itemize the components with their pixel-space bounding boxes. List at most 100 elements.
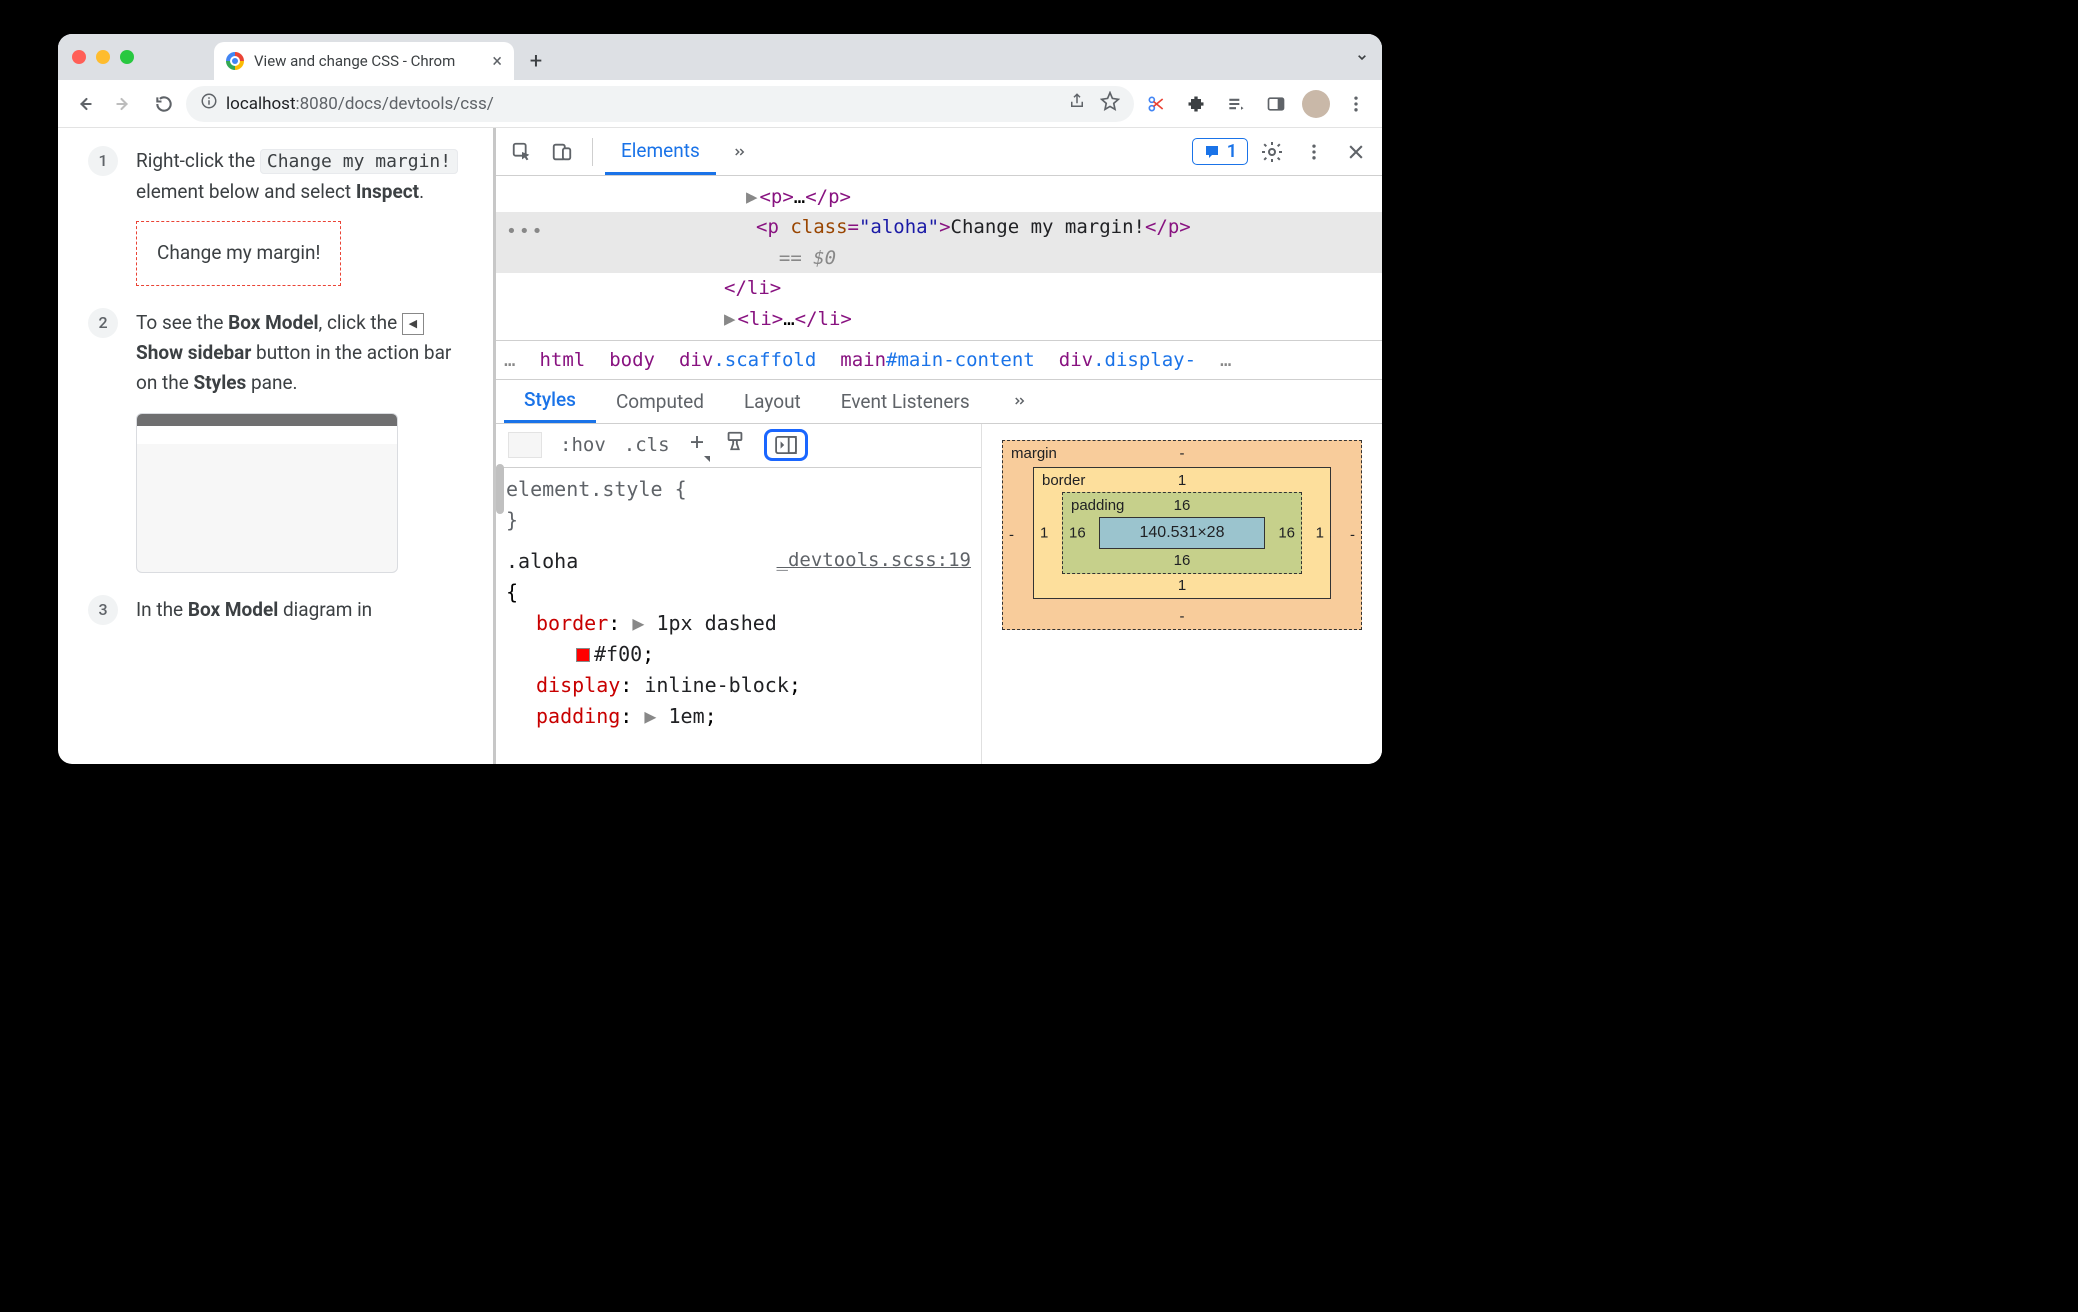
padding-left[interactable]: 16 [1069,524,1086,541]
css-prop[interactable]: padding [536,704,620,728]
dom-tree[interactable]: ▶<p>…</p> ••• <p class="aloha">Change my… [496,176,1382,340]
tab-event-listeners[interactable]: Event Listeners [821,380,990,423]
step-number: 3 [88,595,118,625]
breadcrumb-overflow-icon[interactable]: … [1220,349,1231,371]
rule-selector[interactable]: .aloha [506,549,578,573]
address-bar[interactable]: localhost:8080/docs/devtools/css/ [186,86,1134,122]
browser-window: View and change CSS - Chrom × + localhos… [58,34,1382,764]
filter-input[interactable] [508,432,542,458]
box-margin[interactable]: margin - - - - border 1 1 1 1 padding [1002,440,1362,630]
css-value[interactable]: 1em [668,704,704,728]
margin-top[interactable]: - [1180,445,1185,462]
dom-node[interactable]: </li> [496,273,1382,303]
reload-button[interactable] [146,86,182,122]
margin-bottom[interactable]: - [1180,608,1185,625]
border-bottom[interactable]: 1 [1178,577,1186,594]
expand-icon[interactable]: ▶ [724,308,735,330]
expand-shorthand-icon[interactable]: ▶ [632,611,656,635]
box-padding[interactable]: padding 16 16 16 16 140.531×28 [1062,492,1302,574]
step-number: 1 [88,146,118,176]
tab-elements[interactable]: Elements [605,128,716,175]
side-panel-icon[interactable] [1258,86,1294,122]
css-rules[interactable]: :hov .cls element.style { } .aloha _devt… [496,424,982,764]
share-icon[interactable] [1068,92,1086,115]
issues-chip[interactable]: 1 [1192,138,1248,165]
tab-computed[interactable]: Computed [596,380,724,423]
scissors-icon[interactable] [1138,86,1174,122]
devtools-menu-icon[interactable] [1296,134,1332,170]
css-value[interactable]: inline-block [644,673,789,697]
css-value[interactable]: #f00 [594,642,642,666]
bookmark-icon[interactable] [1100,91,1120,116]
scrollbar[interactable] [496,464,504,514]
box-content[interactable]: 140.531×28 [1099,517,1265,549]
url-text: localhost:8080/docs/devtools/css/ [226,94,494,114]
tab-styles[interactable]: Styles [504,380,596,423]
border-right[interactable]: 1 [1316,524,1324,541]
rule-source-link[interactable]: _devtools.scss:19 [777,546,971,575]
chrome-menu-icon[interactable] [1338,86,1374,122]
margin-left[interactable]: - [1009,526,1014,543]
color-swatch-icon[interactable] [576,648,590,662]
step-3: 3 In the Box Model diagram in [88,595,463,625]
show-sidebar-button[interactable] [764,429,808,461]
padding-bottom[interactable]: 16 [1174,552,1191,569]
tabs-menu-icon[interactable] [1348,43,1376,71]
rule-brace: { [506,580,518,604]
sample-element[interactable]: Change my margin! [136,221,341,285]
border-left[interactable]: 1 [1040,524,1048,541]
inspect-element-icon[interactable] [504,134,540,170]
cls-toggle[interactable]: .cls [624,431,670,460]
close-window-icon[interactable] [72,50,86,64]
forward-button[interactable] [106,86,142,122]
css-value[interactable]: 1px dashed [656,611,776,635]
back-button[interactable] [66,86,102,122]
padding-right[interactable]: 16 [1278,524,1295,541]
step3-bold: Box Model [188,598,278,621]
breadcrumb-item[interactable]: div.display- [1059,349,1196,371]
maximize-window-icon[interactable] [120,50,134,64]
dom-node-selected[interactable]: ••• <p class="aloha">Change my margin!</… [496,212,1382,242]
breadcrumb-item[interactable]: body [609,349,655,371]
dom-breadcrumbs[interactable]: … html body div.scaffold main#main-conte… [496,340,1382,380]
border-top[interactable]: 1 [1178,472,1186,489]
settings-icon[interactable] [1254,134,1290,170]
step2-text-a: To see the [136,311,228,334]
margin-right[interactable]: - [1350,526,1355,543]
paint-brush-icon[interactable] [724,430,746,461]
dom-node[interactable]: ▶<li>…</li> [496,304,1382,334]
extensions-icon[interactable] [1178,86,1214,122]
new-tab-button[interactable]: + [520,45,552,77]
new-rule-icon[interactable] [688,431,706,460]
device-toolbar-icon[interactable] [544,134,580,170]
profile-avatar[interactable] [1298,86,1334,122]
more-tabs-icon[interactable] [1000,383,1036,419]
tab-layout[interactable]: Layout [724,380,821,423]
breadcrumb-item[interactable]: div.scaffold [679,349,816,371]
media-icon[interactable] [1218,86,1254,122]
step2-bold3: Styles [194,371,247,394]
minimize-window-icon[interactable] [96,50,110,64]
breadcrumb-overflow-icon[interactable]: … [504,349,515,371]
box-border[interactable]: border 1 1 1 1 padding 16 16 16 16 [1033,467,1331,599]
css-prop[interactable]: border [536,611,608,635]
close-tab-icon[interactable]: × [492,51,502,72]
screenshot-thumbnail [136,413,398,573]
box-model-diagram[interactable]: margin - - - - border 1 1 1 1 padding [982,424,1382,764]
dom-node[interactable]: ▶<p>…</p> [496,182,1382,212]
breadcrumb-item[interactable]: html [539,349,585,371]
close-devtools-icon[interactable] [1338,134,1374,170]
rule-selector[interactable]: element.style { [506,477,687,501]
css-prop[interactable]: display [536,673,620,697]
browser-toolbar: localhost:8080/docs/devtools/css/ [58,80,1382,128]
expand-icon[interactable]: ▶ [746,186,757,208]
hov-toggle[interactable]: :hov [560,431,606,460]
expand-shorthand-icon[interactable]: ▶ [644,704,668,728]
browser-tab[interactable]: View and change CSS - Chrom × [214,42,514,80]
padding-top[interactable]: 16 [1174,497,1191,514]
breadcrumb-item[interactable]: main#main-content [840,349,1034,371]
step-1: 1 Right-click the Change my margin! elem… [88,146,463,286]
step2-bold2: Show sidebar [136,341,251,364]
site-info-icon[interactable] [200,92,218,115]
more-tabs-icon[interactable] [720,134,756,170]
